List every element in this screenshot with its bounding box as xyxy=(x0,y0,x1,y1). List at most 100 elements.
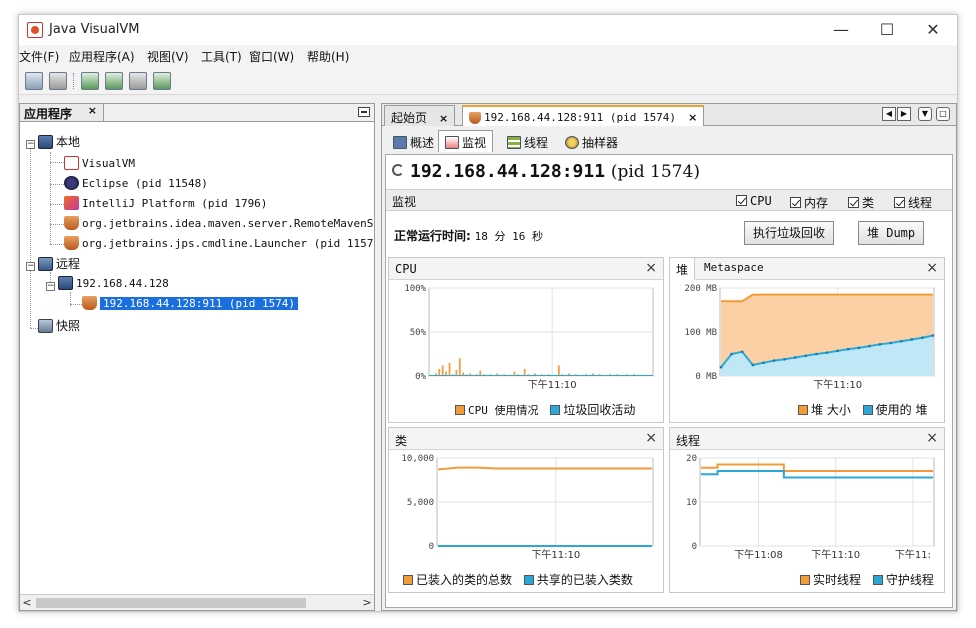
used-heap-point xyxy=(825,351,829,354)
app-window: Java VisualVM — ☐ ✕ 文件(F) 应用程序(A) 视图(V) … xyxy=(18,14,958,612)
applications-panel: 应用程序 × − 本地 VisualVM Eclipse (pid 11548)… xyxy=(19,103,375,611)
maximize-panel-icon[interactable]: □ xyxy=(936,107,950,121)
tab-close-icon[interactable]: × xyxy=(439,112,448,125)
classes-chart-panel: 类 × 10,000 5,000 0 下午11:10 已装入的类的总数 共享的已装入类… xyxy=(388,427,664,593)
checkbox-threads[interactable]: 线程 xyxy=(894,194,932,211)
minimize-button[interactable]: — xyxy=(819,17,863,43)
tab-remote-app[interactable]: 192.168.44.128:911 (pid 1574) × xyxy=(462,105,705,126)
tab-scroll-left-icon[interactable]: ◀ xyxy=(882,107,896,121)
scrollbar-thumb[interactable] xyxy=(36,598,306,608)
title-bar[interactable]: Java VisualVM — ☐ ✕ xyxy=(19,15,957,45)
chart-close-icon[interactable]: × xyxy=(926,260,938,276)
tab-overview[interactable]: 概述 xyxy=(386,130,441,152)
gc-button[interactable]: 执行垃圾回收 xyxy=(744,221,835,245)
collapse-remote-icon[interactable]: − xyxy=(26,262,35,271)
tab-metaspace[interactable]: Metaspace xyxy=(698,258,770,280)
menu-help[interactable]: 帮助(H) xyxy=(307,48,349,65)
eclipse-icon xyxy=(64,176,79,190)
save-icon[interactable] xyxy=(49,72,67,90)
heap-chart: 200 MB 100 MB 0 MB 下午11:10 xyxy=(684,284,935,391)
tab-label: 192.168.44.128:911 (pid 1574) xyxy=(484,111,677,124)
add-snapshot-icon[interactable] xyxy=(153,72,171,90)
y-tick-label: 0% xyxy=(415,372,426,382)
tree-node-eclipse[interactable]: Eclipse (pid 11548) xyxy=(64,174,208,194)
legend-swatch xyxy=(523,575,534,585)
applications-tab[interactable]: 应用程序 × xyxy=(20,104,104,122)
chart-title: 类 xyxy=(395,434,408,448)
close-button[interactable]: ✕ xyxy=(911,17,955,43)
tree-node-remote-host[interactable]: 192.168.44.128 xyxy=(58,274,169,294)
scroll-right-icon[interactable]: > xyxy=(360,595,374,611)
uptime: 正常运行时间: 18 分 16 秒 xyxy=(394,227,543,244)
chart-close-icon[interactable]: × xyxy=(645,430,657,446)
checkbox-classes[interactable]: 类 xyxy=(848,194,874,211)
menu-tools[interactable]: 工具(T) xyxy=(201,48,242,65)
menu-window[interactable]: 窗口(W) xyxy=(249,48,294,65)
collapse-host-icon[interactable]: − xyxy=(46,282,55,291)
tree-line xyxy=(50,184,64,185)
tab-label: 概述 xyxy=(410,136,435,150)
applications-tab-label: 应用程序 xyxy=(24,107,73,121)
tree-node-intellij[interactable]: IntelliJ Platform (pid 1796) xyxy=(64,194,267,214)
sampler-icon xyxy=(565,136,579,149)
add-jmx-connection-icon[interactable] xyxy=(81,72,99,90)
add-remote-host-icon[interactable] xyxy=(105,72,123,90)
tab-sampler[interactable]: 抽样器 xyxy=(558,130,625,152)
maximize-button[interactable]: ☐ xyxy=(865,17,909,43)
legend-swatch xyxy=(800,575,810,585)
monitor-label: 监视 xyxy=(392,195,417,209)
y-tick-label: 50% xyxy=(410,328,427,338)
document-tabs: 起始页 × 192.168.44.128:911 (pid 1574) × ◀ ▶ … xyxy=(382,104,956,126)
heap-dump-button[interactable]: 堆 Dump xyxy=(858,221,925,245)
x-tick-label: 下午11:10 xyxy=(813,378,862,391)
y-tick-label: 0 xyxy=(692,542,697,552)
tab-start-page[interactable]: 起始页 × xyxy=(384,105,456,126)
tree-node-remote-app[interactable]: 192.168.44.128:911 (pid 1574) xyxy=(82,294,299,314)
legend-swatch xyxy=(403,575,413,585)
checkbox-cpu[interactable]: CPU xyxy=(736,194,772,208)
add-vm-coredump-icon[interactable] xyxy=(129,72,147,90)
tab-heap[interactable]: 堆 xyxy=(670,258,696,280)
menu-file[interactable]: 文件(F) xyxy=(19,48,59,65)
checkbox-memory[interactable]: 内存 xyxy=(790,194,828,211)
horizontal-scrollbar[interactable]: < > xyxy=(20,594,374,610)
tree-node-label: VisualVM xyxy=(82,157,135,170)
legend-label: CPU 使用情况 xyxy=(468,404,539,417)
tree-node-maven-server[interactable]: org.jetbrains.idea.maven.server.RemoteMa… xyxy=(64,214,374,234)
tree-node-remote[interactable]: 远程 xyxy=(38,254,80,274)
open-snapshot-icon[interactable] xyxy=(25,72,43,90)
toolbar xyxy=(19,67,957,95)
tree-node-label: 192.168.44.128 xyxy=(76,277,169,290)
visualvm-app-icon xyxy=(27,22,43,38)
tab-close-icon[interactable]: × xyxy=(688,111,697,124)
menu-view[interactable]: 视图(V) xyxy=(147,48,189,65)
applications-tab-close-icon[interactable]: × xyxy=(88,104,97,117)
used-heap-point xyxy=(846,347,850,351)
tree-node-visualvm[interactable]: VisualVM xyxy=(64,154,135,174)
used-heap-point xyxy=(889,341,892,345)
tab-scroll-right-icon[interactable]: ▶ xyxy=(897,107,911,121)
tree-line xyxy=(50,152,51,244)
chart-close-icon[interactable]: × xyxy=(645,260,657,276)
collapse-local-icon[interactable]: − xyxy=(26,140,35,149)
checkbox-label: 类 xyxy=(862,196,875,210)
tab-threads[interactable]: 线程 xyxy=(500,130,555,152)
menu-application[interactable]: 应用程序(A) xyxy=(69,48,135,65)
used-heap-point xyxy=(772,359,776,362)
tree-node-jps-launcher[interactable]: org.jetbrains.jps.cmdline.Launcher (pid … xyxy=(64,234,374,254)
tab-list-dropdown-icon[interactable]: ▼ xyxy=(918,107,932,121)
tree-node-label: 本地 xyxy=(56,135,81,149)
title-host: 192.168.44.128:911 xyxy=(410,161,606,182)
used-heap-point xyxy=(751,363,755,367)
tree-node-snapshots[interactable]: 快照 xyxy=(38,316,80,336)
tree-node-local[interactable]: 本地 xyxy=(38,132,80,152)
monitor-chart-icon xyxy=(445,136,459,149)
tab-monitor[interactable]: 监视 xyxy=(438,130,494,152)
legend-swatch xyxy=(550,405,561,415)
chart-close-icon[interactable]: × xyxy=(926,430,938,446)
scroll-left-icon[interactable]: < xyxy=(20,595,34,611)
tree-line xyxy=(50,224,64,225)
checkbox-checked-icon xyxy=(848,197,859,208)
minimize-panel-icon[interactable] xyxy=(358,107,370,117)
tree-node-label: org.jetbrains.jps.cmdline.Launcher (pid … xyxy=(82,237,374,250)
